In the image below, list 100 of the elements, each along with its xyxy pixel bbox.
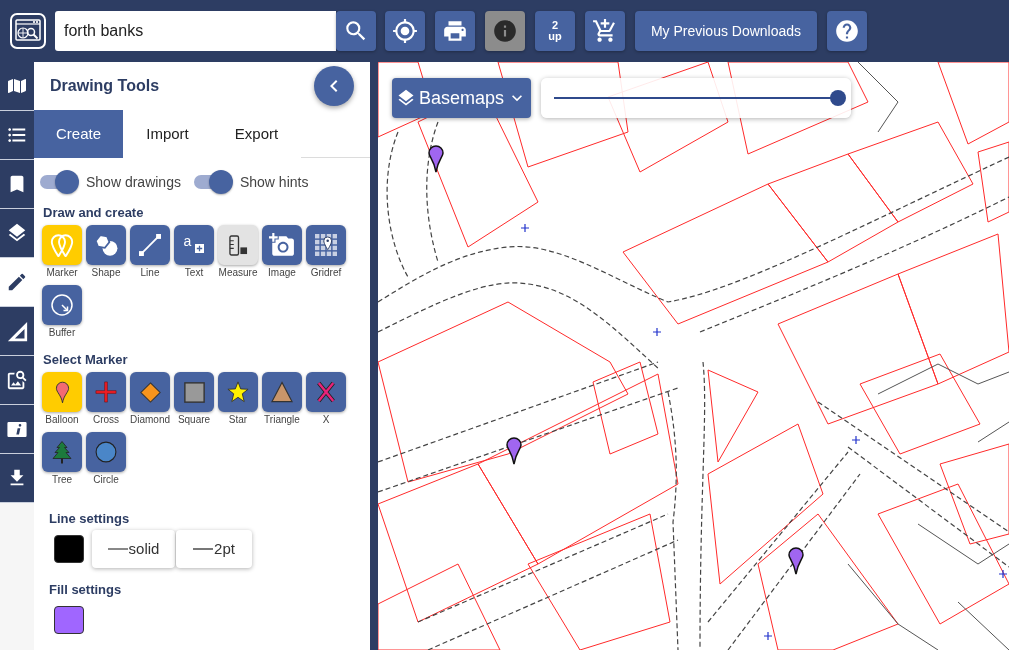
sidebar-tab[interactable]: [0, 356, 34, 405]
line-icon: [139, 234, 161, 256]
help-icon: [834, 18, 860, 44]
text-tool-button[interactable]: a: [174, 225, 214, 265]
section-heading: Draw and create: [43, 206, 144, 220]
two-up-button[interactable]: 2 up: [535, 11, 575, 51]
square-icon: [183, 381, 205, 403]
map-icon: [8, 77, 26, 95]
marker-label: Star: [228, 414, 248, 426]
cross-icon: [95, 381, 117, 403]
tool-label: Text: [184, 267, 204, 279]
tool-label: Buffer: [48, 327, 76, 339]
shape-tool-button[interactable]: [86, 225, 126, 265]
basemaps-button[interactable]: Basemaps: [392, 78, 531, 118]
grid-pin-icon: [315, 234, 337, 256]
tool-label: Image: [268, 267, 296, 279]
circle-radius-icon: [51, 294, 73, 316]
marker-label: Balloon: [45, 414, 79, 426]
diamond-marker-button[interactable]: [130, 372, 170, 412]
search-field[interactable]: forth banks: [55, 11, 336, 51]
image-tool-button[interactable]: [262, 225, 302, 265]
collapse-panel-button[interactable]: [314, 66, 354, 106]
line-color-swatch[interactable]: [54, 535, 84, 563]
star-icon: [227, 381, 249, 403]
sidebar-tab[interactable]: [0, 307, 34, 356]
balloon-icon: [54, 380, 70, 404]
marker-label: X: [322, 414, 330, 426]
pencil-icon: [6, 271, 28, 293]
locate-button[interactable]: [385, 11, 425, 51]
section-heading: Line settings: [49, 512, 130, 526]
info-icon: [492, 18, 518, 44]
triangle-marker-button[interactable]: [262, 372, 302, 412]
info-icon: [7, 420, 27, 438]
cart-add-icon: [592, 18, 618, 44]
sidebar-tab[interactable]: [0, 405, 34, 454]
marker-label: Diamond: [130, 414, 170, 426]
print-button[interactable]: [435, 11, 475, 51]
sidebar-tab[interactable]: [0, 111, 34, 160]
circle-marker-button[interactable]: [86, 432, 126, 472]
sidebar-tab[interactable]: [0, 258, 34, 307]
toggle-label: Show drawings: [86, 172, 181, 192]
fill-color-swatch[interactable]: [54, 606, 84, 634]
line-sample-icon: [193, 548, 214, 550]
sidebar-tab[interactable]: [0, 454, 34, 503]
line-sample-icon: [107, 548, 128, 550]
square-marker-button[interactable]: [174, 372, 214, 412]
panel-tab[interactable]: Create: [34, 110, 123, 158]
sidebar-tab[interactable]: [0, 62, 34, 111]
camera-add-icon: [269, 232, 295, 258]
tool-label: Line: [140, 267, 160, 279]
balloons-icon: [50, 233, 74, 257]
shapes-icon: [94, 233, 118, 257]
search-button[interactable]: [336, 11, 376, 51]
layers-icon: [6, 222, 28, 244]
line-width-button[interactable]: 2pt: [176, 530, 252, 568]
image-search-icon: [6, 369, 28, 391]
triangle-icon: [271, 381, 293, 403]
app-logo-icon[interactable]: [10, 13, 46, 49]
marker-label: Triangle: [264, 414, 300, 426]
locate-icon: [392, 18, 418, 44]
toggle-switch[interactable]: [193, 170, 233, 194]
circle-icon: [95, 441, 117, 463]
tree-icon: [52, 440, 72, 464]
marker-tool-button[interactable]: [42, 225, 82, 265]
cross-marker-button[interactable]: [86, 372, 126, 412]
map-pin-icon[interactable]: [506, 437, 522, 465]
diamond-icon: [139, 381, 161, 403]
marker-label: Cross: [92, 414, 120, 426]
gridref-tool-button[interactable]: [306, 225, 346, 265]
print-icon: [442, 18, 468, 44]
line-style-button[interactable]: solid: [92, 530, 175, 568]
line-tool-button[interactable]: [130, 225, 170, 265]
buffer-tool-button[interactable]: [42, 285, 82, 325]
layers-icon: [395, 88, 416, 108]
balloon-marker-button[interactable]: [42, 372, 82, 412]
panel-title: Drawing Tools: [50, 76, 160, 96]
x-marker-button[interactable]: [306, 372, 346, 412]
toggle-label: Show hints: [239, 172, 309, 192]
toggle-switch[interactable]: [40, 170, 79, 194]
sidebar-tab[interactable]: [0, 209, 34, 258]
ruler-icon: [228, 234, 248, 256]
marker-label: Circle: [93, 474, 119, 486]
downloads-button[interactable]: My Previous Downloads: [635, 11, 817, 51]
help-button[interactable]: [827, 11, 867, 51]
tool-label: Gridref: [310, 267, 342, 279]
marker-label: Tree: [51, 474, 73, 486]
section-heading: Select Marker: [43, 353, 128, 367]
tool-label: Measure: [218, 267, 258, 279]
plus-square-icon: [195, 244, 205, 253]
tool-label: Marker: [46, 267, 78, 279]
tool-label: Shape: [91, 267, 121, 279]
tree-marker-button[interactable]: [42, 432, 82, 472]
map-pin-icon[interactable]: [428, 145, 444, 173]
map-pin-icon[interactable]: [788, 547, 804, 575]
star-marker-button[interactable]: [218, 372, 258, 412]
slider-thumb[interactable]: [830, 90, 846, 106]
marker-label: Square: [177, 414, 211, 426]
letter-glyph: a: [183, 234, 192, 248]
add-to-basket-button[interactable]: [585, 11, 625, 51]
sidebar-tab[interactable]: [0, 160, 34, 209]
